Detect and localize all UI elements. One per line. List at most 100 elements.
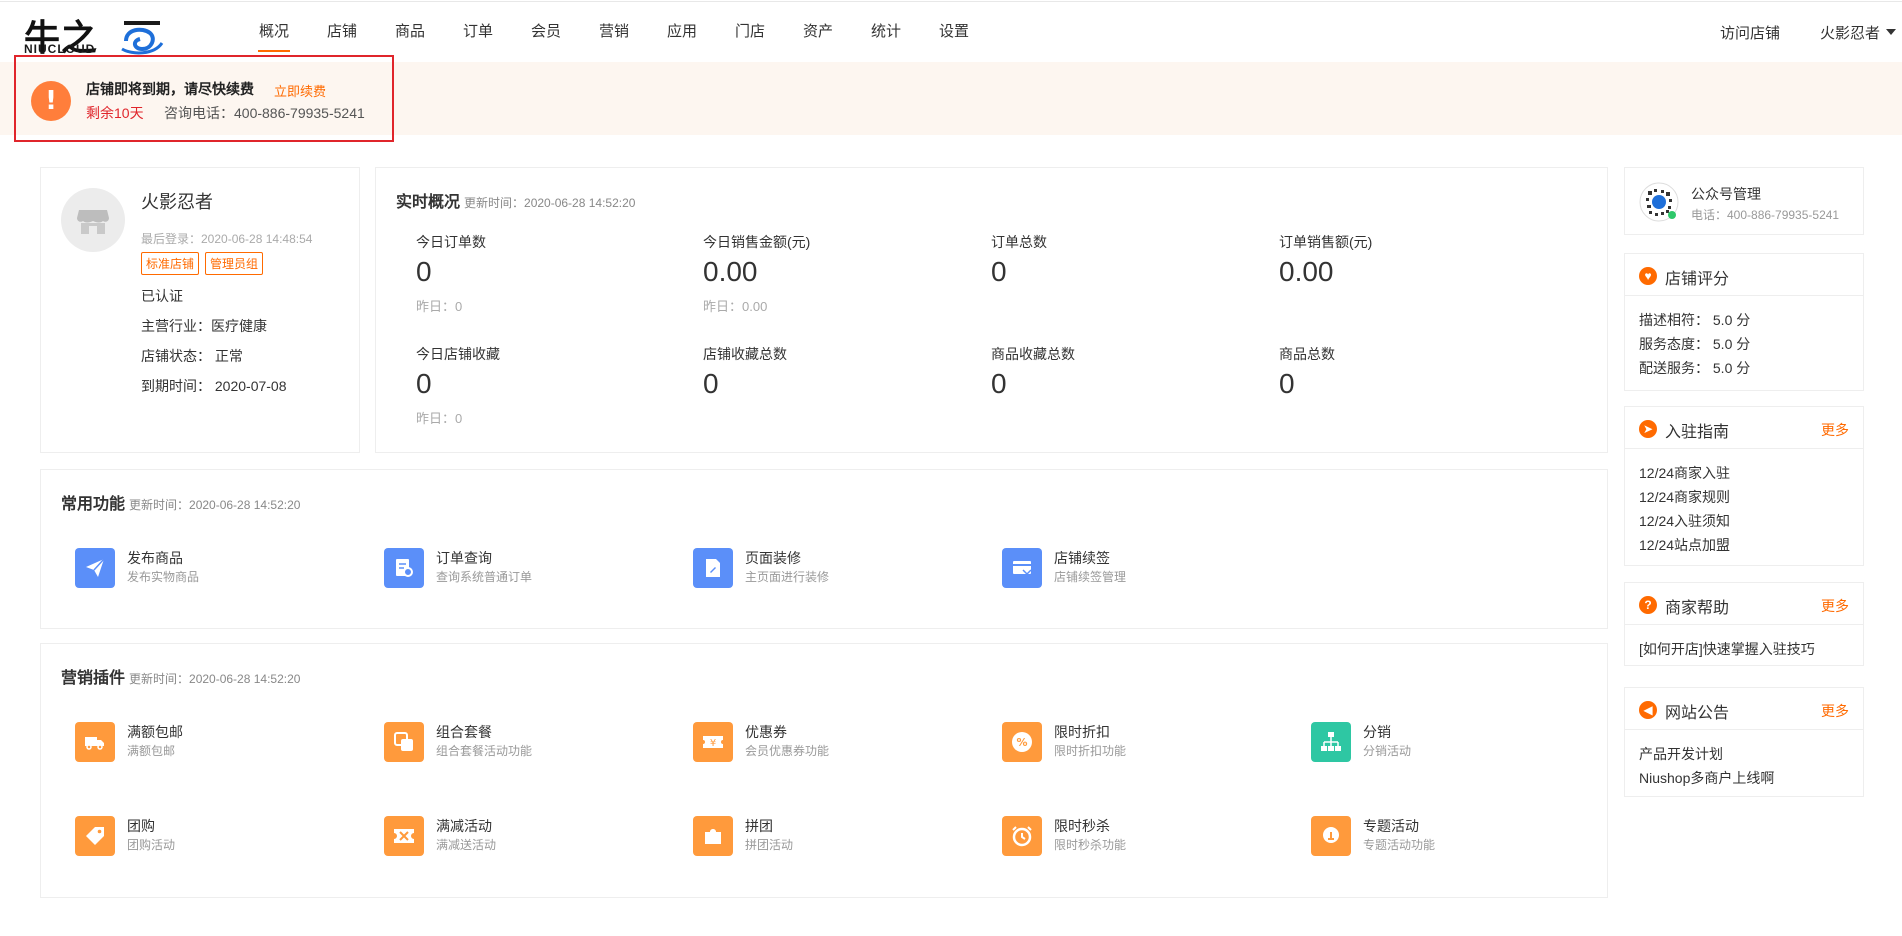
- order-query-button[interactable]: 订单查询 查询系统普通订单: [384, 544, 664, 590]
- discount-badge-icon: %: [1002, 722, 1042, 762]
- guide-item[interactable]: 12/24商家规则: [1639, 487, 1730, 507]
- alarm-clock-icon: [1002, 816, 1042, 856]
- shop-expire: 到期时间： 2020-07-08: [141, 378, 287, 394]
- distribution-plugin[interactable]: 分销 分销活动: [1311, 718, 1591, 764]
- realtime-overview-card: 实时概况 更新时间：2020-06-28 14:52:20 今日订单数 0 昨日：…: [375, 167, 1608, 453]
- nav-members[interactable]: 会员: [512, 2, 580, 62]
- tool-desc: 店铺续签管理: [1054, 570, 1127, 584]
- tool-title: 页面装修: [745, 550, 801, 566]
- flash-sale-plugin[interactable]: 限时秒杀 限时秒杀功能: [1002, 812, 1282, 858]
- notice-phone: 咨询电话：400-886-79935-5241: [164, 105, 365, 121]
- tag-admin-group: 管理员组: [205, 252, 264, 275]
- page-edit-icon: [693, 548, 733, 588]
- nav-orders[interactable]: 订单: [444, 2, 512, 62]
- tool-title: 订单查询: [436, 550, 492, 566]
- tool-desc: 拼团活动: [745, 838, 794, 852]
- nav-overview[interactable]: 概况: [240, 2, 308, 62]
- settle-guide-card: ➤ 入驻指南 更多 12/24商家入驻 12/24商家规则 12/24入驻须知 …: [1624, 406, 1864, 566]
- tool-desc: 发布实物商品: [127, 570, 200, 584]
- nav-apps[interactable]: 应用: [648, 2, 716, 62]
- visit-shop-link[interactable]: 访问店铺: [1720, 22, 1780, 43]
- stat-label: 今日店铺收藏: [416, 346, 500, 362]
- time-discount-plugin[interactable]: % 限时折扣 限时折扣功能: [1002, 718, 1282, 764]
- stat-value: 0: [416, 368, 432, 399]
- free-shipping-plugin[interactable]: 满额包邮 满额包邮: [75, 718, 355, 764]
- user-name: 火影忍者: [1819, 24, 1880, 42]
- hierarchy-icon: [1311, 722, 1351, 762]
- news-item[interactable]: Niushop多商户上线啊: [1639, 768, 1774, 788]
- tool-desc: 限时折扣功能: [1054, 744, 1127, 758]
- news-header: ◀ 网站公告 更多: [1625, 688, 1863, 730]
- tool-desc: 限时秒杀功能: [1054, 838, 1127, 852]
- nav-stats[interactable]: 统计: [852, 2, 920, 62]
- wechat-card[interactable]: 公众号管理 电话：400-886-79935-5241: [1624, 167, 1864, 235]
- speaker-icon: ◀: [1639, 701, 1657, 719]
- common-functions-title: 常用功能 更新时间：2020-06-28 14:52:20: [61, 490, 300, 514]
- stat-today-orders: 今日订单数 0 昨日：0: [416, 232, 696, 315]
- shop-icon: [77, 210, 109, 234]
- tool-desc: 团购活动: [127, 838, 176, 852]
- lightbulb-icon: [1311, 816, 1351, 856]
- stat-label: 商品总数: [1279, 346, 1335, 362]
- nav-goods[interactable]: 商品: [376, 2, 444, 62]
- stat-shop-favorites-total: 店铺收藏总数 0: [703, 344, 983, 400]
- guide-item[interactable]: 12/24站点加盟: [1639, 535, 1730, 555]
- group-buy-plugin[interactable]: 团购 团购活动: [75, 812, 355, 858]
- news-more-link[interactable]: 更多: [1821, 701, 1849, 721]
- nav-assets[interactable]: 资产: [784, 2, 852, 62]
- logo-subtext: NIUCLOUD: [24, 42, 96, 56]
- realtime-update-time: 更新时间：2020-06-28 14:52:20: [464, 196, 636, 210]
- tool-desc: 会员优惠券功能: [745, 744, 830, 758]
- nav-stores[interactable]: 门店: [716, 2, 784, 62]
- truck-icon: [75, 722, 115, 762]
- stat-value: 0: [991, 256, 1007, 287]
- stat-value: 0: [703, 368, 719, 399]
- stat-yesterday: 昨日：0: [416, 299, 463, 314]
- pintuan-plugin[interactable]: 拼团 拼团活动: [693, 812, 973, 858]
- guide-item[interactable]: 12/24入驻须知: [1639, 511, 1730, 531]
- rating-header: ♥ 店铺评分: [1625, 254, 1863, 296]
- stat-value: 0.00: [703, 256, 758, 287]
- paper-plane-icon: [75, 548, 115, 588]
- nav-shop[interactable]: 店铺: [308, 2, 376, 62]
- stat-today-shop-favorites: 今日店铺收藏 0 昨日：0: [416, 344, 696, 427]
- shop-tags: 标准店铺 管理员组: [141, 252, 264, 275]
- news-item[interactable]: 产品开发计划: [1639, 744, 1723, 764]
- help-item[interactable]: [如何开店]快速掌握入驻技巧: [1639, 639, 1815, 659]
- main-nav: 概况 店铺 商品 订单 会员 营销 应用 门店 资产 统计 设置: [240, 2, 988, 62]
- guide-more-link[interactable]: 更多: [1821, 420, 1849, 440]
- tool-title: 发布商品: [127, 550, 183, 566]
- stat-label: 今日订单数: [416, 234, 486, 250]
- coupon-icon: ¥: [693, 722, 733, 762]
- niucloud-logo[interactable]: 牛之 NIUCLOUD: [22, 11, 164, 59]
- stat-value: 0: [416, 256, 432, 287]
- stat-value: 0.00: [1279, 256, 1334, 287]
- stat-label: 商品收藏总数: [991, 346, 1075, 362]
- shop-info-card: 火影忍者 最后登录：2020-06-28 14:48:54 标准店铺 管理员组 …: [40, 167, 360, 453]
- tool-title: 优惠券: [745, 724, 787, 740]
- tool-desc: 满额包邮: [127, 744, 176, 758]
- page-decor-button[interactable]: 页面装修 主页面进行装修: [693, 544, 973, 590]
- nav-marketing[interactable]: 营销: [580, 2, 648, 62]
- combo-package-plugin[interactable]: 组合套餐 组合套餐活动功能: [384, 718, 664, 764]
- topic-activity-plugin[interactable]: 专题活动 专题活动功能: [1311, 812, 1591, 858]
- wechat-phone: 电话：400-886-79935-5241: [1691, 208, 1840, 222]
- puzzle-icon: [693, 816, 733, 856]
- expiry-notice: 店铺即将到期，请尽快续费 立即续费 剩余10天 咨询电话：400-886-799…: [14, 55, 394, 142]
- renew-link[interactable]: 立即续费: [274, 81, 326, 100]
- coupon-plugin[interactable]: ¥ 优惠券 会员优惠券功能: [693, 718, 973, 764]
- tool-title: 店铺续签: [1054, 550, 1110, 566]
- guide-item[interactable]: 12/24商家入驻: [1639, 463, 1730, 483]
- nav-settings[interactable]: 设置: [920, 2, 988, 62]
- tool-title: 专题活动: [1363, 818, 1419, 834]
- merchant-help-card: ? 商家帮助 更多 [如何开店]快速掌握入驻技巧: [1624, 582, 1864, 666]
- navigation-arrow-icon: ➤: [1639, 420, 1657, 438]
- user-menu[interactable]: 火影忍者: [1820, 22, 1896, 43]
- shop-renewal-button[interactable]: 店铺续签 店铺续签管理: [1002, 544, 1282, 590]
- full-reduction-plugin[interactable]: 满减活动 满减送活动: [384, 812, 664, 858]
- tag-standard-shop: 标准店铺: [141, 252, 200, 275]
- rating-title: 店铺评分: [1665, 271, 1730, 288]
- help-more-link[interactable]: 更多: [1821, 596, 1849, 616]
- publish-goods-button[interactable]: 发布商品 发布实物商品: [75, 544, 355, 590]
- news-title: 网站公告: [1665, 705, 1730, 722]
